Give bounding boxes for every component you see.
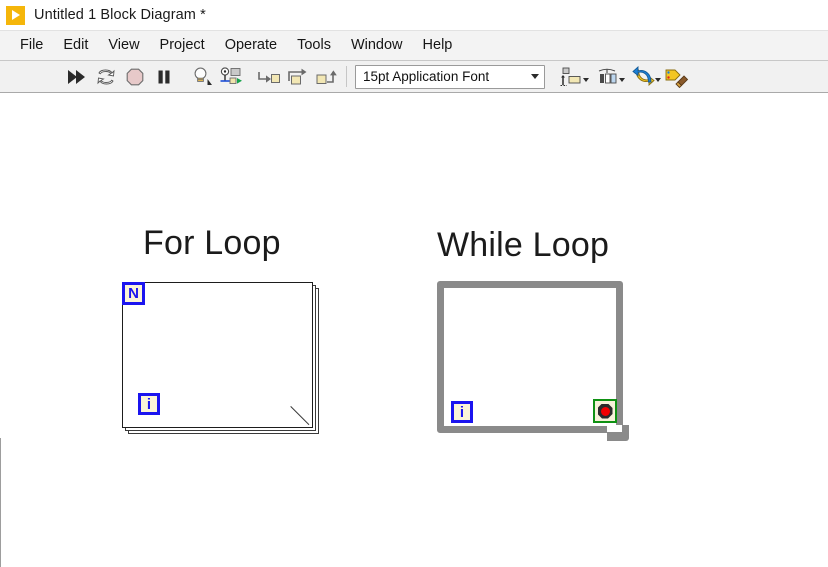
menu-item-edit[interactable]: Edit xyxy=(53,34,98,57)
toolbar-separator xyxy=(346,66,347,87)
while-loop-label: While Loop xyxy=(437,226,609,265)
menu-item-window[interactable]: Window xyxy=(341,34,413,57)
labview-vi-icon xyxy=(6,6,25,25)
chevron-down-icon xyxy=(655,78,661,82)
title-bar: Untitled 1 Block Diagram * xyxy=(0,0,828,30)
stop-if-true-icon xyxy=(598,404,613,419)
menu-item-file[interactable]: File xyxy=(10,34,53,57)
abort-execution-button[interactable] xyxy=(121,63,148,90)
chevron-down-icon xyxy=(583,78,589,82)
chevron-down-icon xyxy=(619,78,625,82)
for-loop-label: For Loop xyxy=(143,224,281,263)
run-continuously-button[interactable] xyxy=(92,63,119,90)
menu-bar: File Edit View Project Operate Tools Win… xyxy=(0,30,828,60)
highlight-execution-button[interactable] xyxy=(188,63,215,90)
while-loop-structure[interactable]: i xyxy=(437,281,629,441)
stop-dot-icon xyxy=(601,407,610,416)
font-selector-value: 15pt Application Font xyxy=(363,69,489,84)
run-button[interactable] xyxy=(63,63,90,90)
while-loop-corner-notch-inner xyxy=(607,425,622,432)
while-loop-conditional-terminal[interactable] xyxy=(593,399,617,423)
for-loop-iteration-terminal[interactable]: i xyxy=(138,393,160,415)
play-triangle-icon xyxy=(12,10,20,20)
block-diagram-canvas[interactable]: For Loop While Loop N i i xyxy=(0,93,828,567)
chevron-down-icon xyxy=(531,74,539,79)
for-loop-count-terminal[interactable]: N xyxy=(122,282,145,305)
menu-item-help[interactable]: Help xyxy=(413,34,463,57)
retain-wire-values-button[interactable] xyxy=(217,63,244,90)
menu-item-project[interactable]: Project xyxy=(150,34,215,57)
menu-item-tools[interactable]: Tools xyxy=(287,34,341,57)
reorder-objects-button[interactable] xyxy=(627,63,661,90)
labview-block-diagram-window: Untitled 1 Block Diagram * File Edit Vie… xyxy=(0,0,828,567)
menu-item-operate[interactable]: Operate xyxy=(215,34,287,57)
step-over-button[interactable] xyxy=(284,63,311,90)
window-title: Untitled 1 Block Diagram * xyxy=(34,7,206,23)
pause-button[interactable] xyxy=(150,63,177,90)
step-into-button[interactable] xyxy=(255,63,282,90)
for-loop-fold-corner xyxy=(294,409,311,426)
canvas-left-border xyxy=(0,438,1,567)
step-out-button[interactable] xyxy=(313,63,340,90)
menu-item-view[interactable]: View xyxy=(98,34,149,57)
clean-up-diagram-button[interactable] xyxy=(663,63,690,90)
for-loop-structure[interactable]: N i xyxy=(122,282,319,434)
distribute-objects-button[interactable] xyxy=(591,63,625,90)
align-objects-button[interactable] xyxy=(555,63,589,90)
while-loop-iteration-terminal[interactable]: i xyxy=(451,401,473,423)
font-selector[interactable]: 15pt Application Font xyxy=(355,65,545,89)
toolbar: 15pt Application Font xyxy=(0,60,828,93)
